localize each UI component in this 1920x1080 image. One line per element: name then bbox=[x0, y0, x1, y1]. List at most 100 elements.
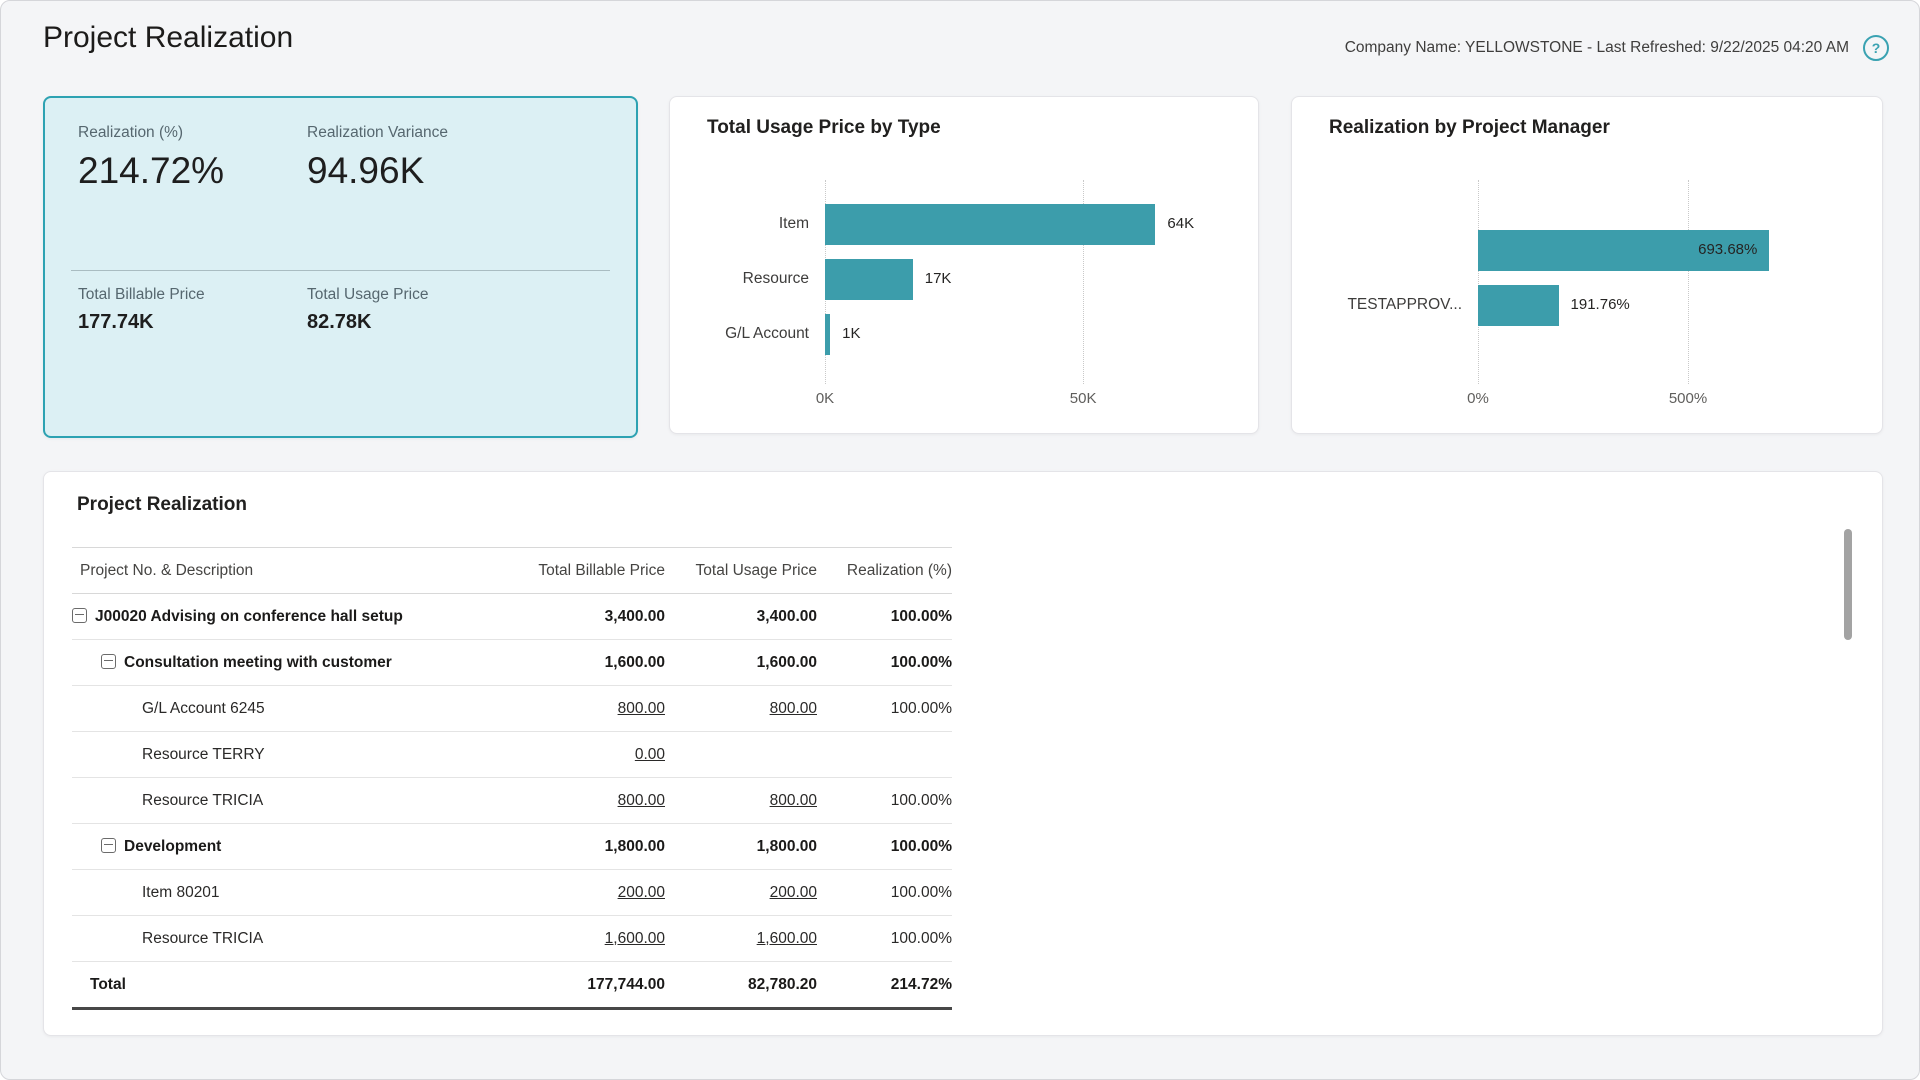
column-header-billable[interactable]: Total Billable Price bbox=[517, 548, 665, 594]
page-title: Project Realization bbox=[43, 21, 293, 55]
kpi-label: Realization (%) bbox=[78, 124, 307, 142]
realization-cell: 100.00% bbox=[817, 594, 952, 640]
drill-link[interactable]: 0.00 bbox=[635, 746, 665, 763]
company-refresh-meta: Company Name: YELLOWSTONE - Last Refresh… bbox=[1345, 39, 1849, 57]
drill-link[interactable]: 200.00 bbox=[770, 884, 817, 901]
drill-link[interactable]: 800.00 bbox=[618, 792, 665, 809]
collapse-minus-icon[interactable] bbox=[101, 654, 116, 669]
collapse-minus-icon[interactable] bbox=[101, 838, 116, 853]
realization-cell: 100.00% bbox=[817, 640, 952, 686]
total-label: Total bbox=[72, 962, 517, 1009]
usage-cell: 1,800.00 bbox=[665, 824, 817, 870]
collapse-minus-icon[interactable] bbox=[72, 608, 87, 623]
usage-cell: 1,600.00 bbox=[665, 916, 817, 962]
total-usage: 82,780.20 bbox=[665, 962, 817, 1009]
bar-value-label: 64K bbox=[1167, 214, 1194, 234]
chart-bar[interactable] bbox=[825, 259, 913, 300]
realization-cell: 100.00% bbox=[817, 778, 952, 824]
x-axis-tick: 50K bbox=[1070, 390, 1097, 407]
usage-cell bbox=[665, 732, 817, 778]
description-cell: Item 80201 bbox=[72, 870, 517, 916]
kpi-value: 82.78K bbox=[307, 311, 610, 334]
bar-value-label: 191.76% bbox=[1571, 295, 1630, 315]
kpi-realization-pct: Realization (%) 214.72% bbox=[78, 124, 307, 192]
kpi-total-billable: Total Billable Price 177.74K bbox=[78, 286, 307, 334]
column-header-description[interactable]: Project No. & Description bbox=[72, 548, 517, 594]
category-label: TESTAPPROV... bbox=[1325, 295, 1462, 315]
kpi-bottom-metrics: Total Billable Price 177.74K Total Usage… bbox=[78, 286, 610, 334]
description-cell: J00020 Advising on conference hall setup bbox=[72, 594, 517, 640]
row-description: G/L Account 6245 bbox=[142, 700, 265, 717]
dashboard-window: Project Realization Company Name: YELLOW… bbox=[0, 0, 1920, 1080]
kpi-label: Total Usage Price bbox=[307, 286, 610, 304]
drill-link[interactable]: 800.00 bbox=[770, 792, 817, 809]
bar-value-label: 693.68% bbox=[1698, 240, 1757, 260]
kpi-label: Total Billable Price bbox=[78, 286, 307, 304]
row-description: Consultation meeting with customer bbox=[124, 654, 392, 671]
description-cell: Resource TRICIA bbox=[72, 778, 517, 824]
usage-cell: 1,600.00 bbox=[665, 640, 817, 686]
x-axis-tick: 0K bbox=[816, 390, 834, 407]
column-header-usage[interactable]: Total Usage Price bbox=[665, 548, 817, 594]
table-row: Resource TRICIA1,600.001,600.00100.00% bbox=[72, 916, 952, 962]
table-row: Resource TERRY 0.00 bbox=[72, 732, 952, 778]
table-row: Item 80201200.00200.00100.00% bbox=[72, 870, 952, 916]
description-cell: Development bbox=[72, 824, 517, 870]
row-description: Development bbox=[124, 838, 221, 855]
x-axis-tick: 0% bbox=[1467, 390, 1489, 407]
row-description: Resource TERRY bbox=[142, 746, 265, 763]
chart-bar[interactable] bbox=[825, 204, 1155, 245]
drill-link[interactable]: 1,600.00 bbox=[757, 930, 817, 947]
kpi-value: 214.72% bbox=[78, 150, 307, 192]
billable-cell: 0.00 bbox=[517, 732, 665, 778]
table-row: Consultation meeting with customer 1,600.… bbox=[72, 640, 952, 686]
usage-cell: 800.00 bbox=[665, 778, 817, 824]
table-total-row: Total 177,744.00 82,780.20 214.72% bbox=[72, 962, 952, 1009]
billable-cell: 3,400.00 bbox=[517, 594, 665, 640]
chart-bar[interactable] bbox=[825, 314, 830, 355]
realization-cell: 100.00% bbox=[817, 916, 952, 962]
billable-cell: 1,600.00 bbox=[517, 916, 665, 962]
billable-cell: 800.00 bbox=[517, 778, 665, 824]
total-billable: 177,744.00 bbox=[517, 962, 665, 1009]
description-cell: Resource TRICIA bbox=[72, 916, 517, 962]
drill-link[interactable]: 800.00 bbox=[770, 700, 817, 717]
realization-cell bbox=[817, 732, 952, 778]
drill-link[interactable]: 1,600.00 bbox=[605, 930, 665, 947]
table-scrollbar[interactable] bbox=[1844, 529, 1852, 640]
kpi-divider bbox=[71, 270, 610, 271]
table-header-row: Project No. & Description Total Billable… bbox=[72, 548, 952, 594]
table-row: Development1,800.001,800.00100.00% bbox=[72, 824, 952, 870]
billable-cell: 1,600.00 bbox=[517, 640, 665, 686]
table-row: J00020 Advising on conference hall setup… bbox=[72, 594, 952, 640]
realization-cell: 100.00% bbox=[817, 870, 952, 916]
kpi-value: 177.74K bbox=[78, 311, 307, 334]
bar-value-label: 17K bbox=[925, 269, 952, 289]
billable-cell: 1,800.00 bbox=[517, 824, 665, 870]
billable-cell: 800.00 bbox=[517, 686, 665, 732]
drill-link[interactable]: 200.00 bbox=[618, 884, 665, 901]
realization-cell: 100.00% bbox=[817, 824, 952, 870]
billable-cell: 200.00 bbox=[517, 870, 665, 916]
row-description: Resource TRICIA bbox=[142, 930, 263, 947]
drill-link[interactable]: 800.00 bbox=[618, 700, 665, 717]
chart-bar[interactable] bbox=[1478, 285, 1559, 326]
row-description: Resource TRICIA bbox=[142, 792, 263, 809]
column-header-realization[interactable]: Realization (%) bbox=[817, 548, 952, 594]
header-meta-group: Company Name: YELLOWSTONE - Last Refresh… bbox=[1345, 35, 1889, 61]
chart-gridline bbox=[1688, 180, 1689, 384]
project-realization-table-card: Project Realization Project No. & Descri… bbox=[43, 471, 1883, 1036]
chart-plot-area: 0K50KItem64KResource17KG/L Account1K bbox=[703, 97, 1248, 433]
bar-value-label: 1K bbox=[842, 324, 860, 344]
category-label: G/L Account bbox=[703, 324, 809, 344]
description-cell: Consultation meeting with customer bbox=[72, 640, 517, 686]
category-label: Resource bbox=[703, 269, 809, 289]
usage-price-by-type-chart-card: Total Usage Price by Type 0K50KItem64KRe… bbox=[669, 96, 1259, 434]
kpi-total-usage: Total Usage Price 82.78K bbox=[307, 286, 610, 334]
kpi-label: Realization Variance bbox=[307, 124, 610, 142]
kpi-top-metrics: Realization (%) 214.72% Realization Vari… bbox=[78, 124, 610, 192]
description-cell: G/L Account 6245 bbox=[72, 686, 517, 732]
kpi-card: Realization (%) 214.72% Realization Vari… bbox=[43, 96, 638, 438]
project-realization-table: Project No. & Description Total Billable… bbox=[72, 547, 952, 1010]
help-icon[interactable]: ? bbox=[1863, 35, 1889, 61]
